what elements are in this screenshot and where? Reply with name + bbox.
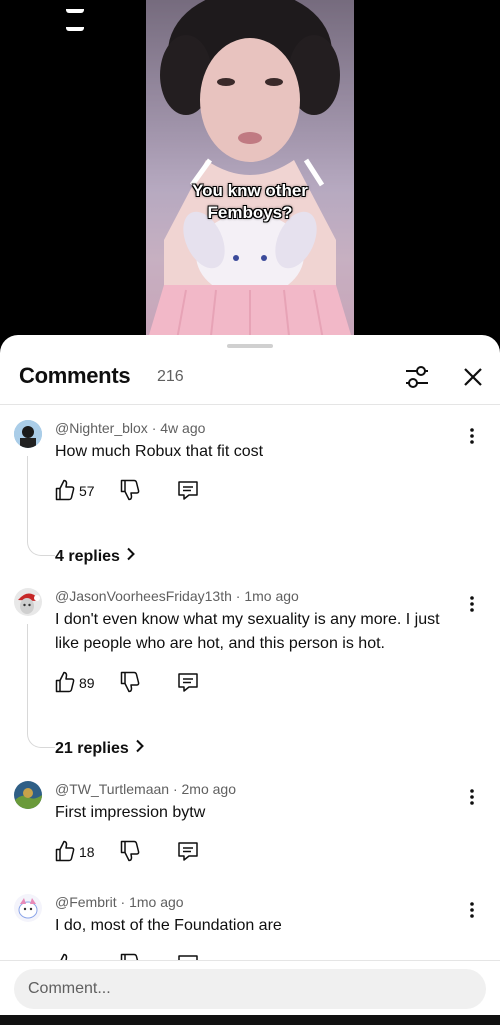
thumbs-down-icon [120, 479, 140, 501]
more-vertical-icon [470, 428, 474, 444]
reply-button[interactable] [177, 479, 199, 501]
like-count: 89 [79, 675, 95, 691]
comment-input[interactable] [14, 969, 486, 1009]
more-options-button[interactable] [462, 594, 482, 614]
drag-handle[interactable] [227, 344, 273, 348]
comment-text: First impression bytw [55, 804, 206, 821]
comment-text: I don't even know what my sexuality is a… [55, 611, 440, 652]
comment-text: How much Robux that fit cost [55, 443, 264, 460]
video-thumbnail [146, 0, 354, 345]
reply-button[interactable] [177, 840, 199, 862]
more-options-button[interactable] [462, 426, 482, 446]
replies-count: 4 replies [55, 548, 120, 565]
comment-text: I do, most of the Foundation are [55, 917, 282, 934]
comments-header: Comments 216 [0, 353, 500, 405]
status-indicators [66, 0, 112, 31]
comment-actions: 18 [55, 840, 255, 864]
comment-author-time[interactable]: @TW_Turtlemaan · 2mo ago [55, 781, 236, 797]
chevron-right-icon [135, 739, 145, 758]
comment-author-time[interactable]: @Nighter_blox · 4w ago [55, 420, 205, 436]
comment-item: @Fembrit · 1mo ago I do, most of the Fou… [0, 892, 500, 961]
avatar-image [14, 894, 42, 922]
caption-line-1: You knw other [192, 181, 308, 200]
more-vertical-icon [470, 902, 474, 918]
comment-item: @TW_Turtlemaan · 2mo ago First impressio… [0, 779, 500, 879]
video-player[interactable]: You knw other Femboys? [0, 0, 500, 345]
comments-list: @Nighter_blox · 4w ago How much Robux th… [0, 406, 500, 961]
reply-comment-icon [178, 842, 198, 861]
like-button[interactable] [55, 479, 75, 501]
dislike-button[interactable] [120, 671, 140, 693]
comment-author-time[interactable]: @JasonVoorheesFriday13th · 1mo ago [55, 588, 299, 604]
sort-filter-button[interactable] [402, 362, 432, 392]
comment-item: @Nighter_blox · 4w ago How much Robux th… [0, 418, 500, 598]
thumbs-down-icon [120, 840, 140, 862]
comment-input-bar [0, 960, 500, 1015]
dislike-button[interactable] [120, 840, 140, 862]
avatar[interactable] [14, 420, 42, 448]
comments-title: Comments [19, 363, 131, 388]
chevron-right-icon [126, 547, 136, 566]
avatar-image [14, 420, 42, 448]
video-frame[interactable]: You knw other Femboys? [146, 0, 354, 345]
video-caption: You knw other Femboys? [146, 180, 354, 224]
more-vertical-icon [470, 596, 474, 612]
reply-comment-icon [178, 673, 198, 692]
comments-count: 216 [157, 368, 184, 385]
avatar[interactable] [14, 894, 42, 922]
system-nav-bar [0, 1015, 500, 1025]
thumbs-up-icon [55, 671, 75, 693]
like-count: 18 [79, 844, 95, 860]
thread-line [27, 624, 55, 748]
comment-actions: 89 [55, 671, 255, 695]
comment-author-time[interactable]: @Fembrit · 1mo ago [55, 894, 184, 910]
thumbs-down-icon [120, 671, 140, 693]
like-button[interactable] [55, 840, 75, 862]
view-replies-link[interactable]: 4 replies [55, 547, 136, 566]
more-vertical-icon [470, 789, 474, 805]
reply-comment-icon [178, 481, 198, 500]
close-icon [464, 368, 482, 386]
avatar-image [14, 588, 42, 616]
comment-actions: 57 [55, 479, 255, 503]
reply-button[interactable] [177, 671, 199, 693]
avatar[interactable] [14, 588, 42, 616]
caption-line-2: Femboys? [207, 203, 293, 222]
view-replies-link[interactable]: 21 replies [55, 739, 145, 758]
thumbs-up-icon [55, 840, 75, 862]
more-options-button[interactable] [462, 900, 482, 920]
sliders-icon [406, 366, 428, 388]
avatar[interactable] [14, 781, 42, 809]
close-button[interactable] [458, 362, 488, 392]
thread-line [27, 456, 55, 556]
like-button[interactable] [55, 671, 75, 693]
more-options-button[interactable] [462, 787, 482, 807]
like-count: 57 [79, 483, 95, 499]
replies-count: 21 replies [55, 740, 129, 757]
avatar-image [14, 781, 42, 809]
comment-item: @JasonVoorheesFriday13th · 1mo ago I don… [0, 586, 500, 776]
thumbs-up-icon [55, 479, 75, 501]
dislike-button[interactable] [120, 479, 140, 501]
comments-sheet: Comments 216 @Nighter_blox · 4w ago How … [0, 335, 500, 1015]
